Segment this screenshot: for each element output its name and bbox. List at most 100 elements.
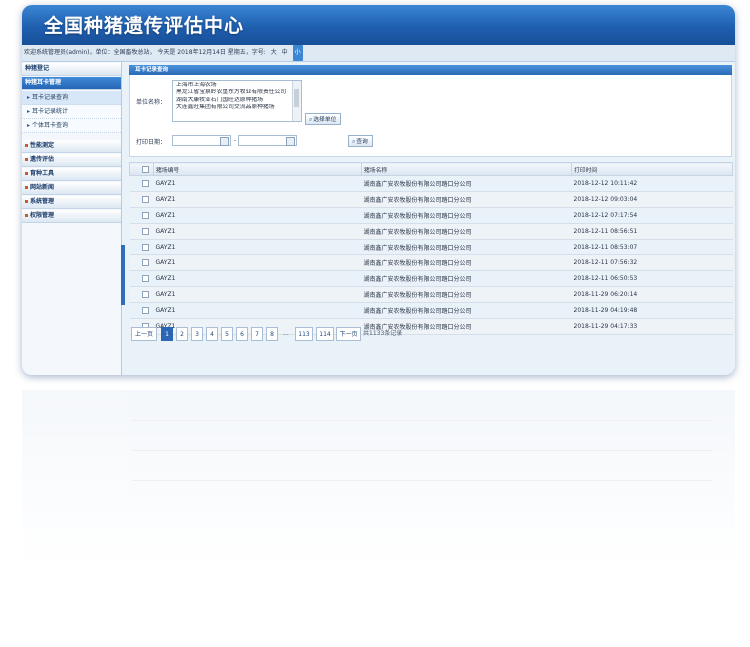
prev-page-button[interactable]: 上一页: [131, 327, 157, 341]
listbox-scrollbar[interactable]: [292, 81, 301, 121]
row-select-cell[interactable]: [129, 302, 154, 320]
row-checkbox[interactable]: [141, 243, 149, 251]
page-5[interactable]: 5: [221, 327, 233, 341]
sidebar-item-ear-card[interactable]: 种猪耳卡管理: [22, 77, 121, 90]
row-select-cell[interactable]: [129, 175, 154, 192]
menu-bullet-icon: [25, 214, 28, 217]
sidebar-item-label: 育种工具: [30, 170, 55, 177]
row-select-cell[interactable]: [129, 254, 154, 272]
row-checkbox[interactable]: [141, 227, 149, 235]
font-size-small[interactable]: 小: [292, 45, 303, 61]
select-unit-button[interactable]: ⌕选择单位: [305, 113, 342, 125]
page-4[interactable]: 4: [206, 327, 218, 341]
row-checkbox[interactable]: [141, 275, 149, 283]
date-to-input[interactable]: [238, 135, 297, 146]
table-row[interactable]: GAYZ1 湖南鑫广安农牧股份有限公司踏口分公司 2018-12-11 07:56:…: [129, 254, 733, 272]
sidebar-item-label: 种猪耳卡管理: [25, 79, 62, 86]
sidebar-item-label: 遗传评估: [30, 156, 55, 163]
total-records: 共1133条记录: [363, 330, 403, 337]
pager-ellipsis: ...: [283, 330, 289, 337]
row-checkbox[interactable]: [141, 307, 149, 315]
page-8[interactable]: 8: [266, 327, 278, 341]
col-farm-id[interactable]: 猪场编号: [153, 162, 362, 176]
select-all-cell[interactable]: [129, 162, 154, 176]
unit-option[interactable]: 上海市上海农场: [176, 82, 291, 89]
farm-name-cell: 湖南鑫广安农牧股份有限公司踏口分公司: [361, 175, 572, 192]
sidebar-item-permissions[interactable]: 权限管理: [22, 210, 121, 223]
farm-id-cell: GAYZ1: [153, 191, 362, 208]
row-select-cell[interactable]: [129, 223, 154, 240]
table-row[interactable]: GAYZ1 湖南鑫广安农牧股份有限公司踏口分公司 2018-12-12 10:11:…: [129, 175, 733, 192]
welcome-text: 欢迎系统管理员(admin)，单位：全国畜牧总站， 今天是 2018年12月14…: [24, 49, 266, 56]
farm-id-cell: GAYZ1: [153, 239, 362, 256]
sidebar-collapse-handle[interactable]: [121, 245, 125, 305]
subitem-label: 耳卡记录统计: [32, 108, 69, 115]
print-time-cell: 2018-12-12 09:03:04: [571, 191, 733, 208]
search-icon: ⌕: [352, 139, 356, 145]
page-6[interactable]: 6: [236, 327, 248, 341]
farm-id-cell: GAYZ1: [153, 286, 362, 304]
farm-name-cell: 湖南鑫广安农牧股份有限公司踏口分公司: [361, 270, 572, 288]
font-size-medium[interactable]: 中: [282, 45, 288, 61]
table-row[interactable]: GAYZ1 湖南鑫广安农牧股份有限公司踏口分公司 2018-12-11 08:53:…: [129, 239, 733, 256]
sidebar-item-system[interactable]: 系统管理: [22, 196, 121, 209]
print-time-cell: 2018-11-29 06:20:14: [571, 286, 733, 304]
subitem-ear-card-stats[interactable]: ▸ 耳卡记录统计: [22, 105, 121, 119]
row-checkbox[interactable]: [141, 291, 149, 299]
page-113[interactable]: 113: [295, 327, 313, 341]
sidebar-item-genetic-eval[interactable]: 遗传评估: [22, 154, 121, 167]
page-2[interactable]: 2: [176, 327, 188, 341]
table-row[interactable]: GAYZ1 湖南鑫广安农牧股份有限公司踏口分公司 2018-12-11 08:56:…: [129, 223, 733, 240]
unit-listbox[interactable]: 上海市上海农场 黑龙江省宝泉岭农垦东方牧业有限责任公司 湖南大康牧业石门国旺达原…: [172, 80, 302, 122]
next-page-button[interactable]: 下一页: [336, 327, 361, 341]
sidebar-item-performance[interactable]: 性能测定: [22, 140, 121, 153]
font-size-large[interactable]: 大: [271, 45, 277, 61]
page-114[interactable]: 114: [316, 327, 334, 341]
date-from-input[interactable]: [172, 135, 231, 146]
page-1[interactable]: 1: [161, 327, 173, 341]
page-7[interactable]: 7: [251, 327, 263, 341]
row-checkbox[interactable]: [141, 211, 149, 219]
unit-option[interactable]: 黑龙江省宝泉岭农垦东方牧业有限责任公司: [176, 89, 291, 96]
pagination: 上一页 1 2 3 4 5 6 7 8 ... 113 114 下一页 共113…: [129, 324, 732, 344]
row-select-cell[interactable]: [129, 286, 154, 304]
row-select-cell[interactable]: [129, 191, 154, 208]
row-select-cell[interactable]: [129, 207, 154, 224]
calendar-icon[interactable]: [220, 137, 229, 146]
sidebar-item-breeding-tools[interactable]: 育种工具: [22, 168, 121, 181]
arrow-right-icon: ▸: [27, 94, 31, 101]
records-table: 猪场编号 猪场名称 打印时间 GAYZ1 湖南鑫广安农牧股份有限公司踏口分公司 20…: [129, 162, 733, 335]
farm-name-cell: 湖南鑫广安农牧股份有限公司踏口分公司: [361, 191, 572, 208]
table-row[interactable]: GAYZ1 湖南鑫广安农牧股份有限公司踏口分公司 2018-11-29 04:19:…: [129, 302, 733, 320]
page-3[interactable]: 3: [191, 327, 203, 341]
query-button[interactable]: ⌕查询: [348, 135, 373, 147]
farm-id-cell: GAYZ1: [153, 175, 362, 192]
table-row[interactable]: GAYZ1 湖南鑫广安农牧股份有限公司踏口分公司 2018-12-11 06:50:…: [129, 270, 733, 288]
row-select-cell[interactable]: [129, 270, 154, 288]
subitem-ear-card-query[interactable]: ▸ 耳卡记录查询: [22, 91, 121, 105]
select-all-checkbox[interactable]: [142, 165, 149, 173]
row-checkbox[interactable]: [141, 259, 149, 267]
print-time-cell: 2018-12-11 08:53:07: [571, 239, 733, 256]
table-row[interactable]: GAYZ1 湖南鑫广安农牧股份有限公司踏口分公司 2018-12-12 07:17:…: [129, 207, 733, 224]
calendar-icon[interactable]: [286, 137, 295, 146]
col-print-time[interactable]: 打印时间: [571, 162, 733, 176]
query-label: 查询: [356, 139, 368, 145]
table-row[interactable]: GAYZ1 湖南鑫广安农牧股份有限公司踏口分公司 2018-12-12 09:03:…: [129, 191, 733, 208]
sidebar-item-pig-register[interactable]: 种猪登记: [22, 63, 121, 76]
scrollbar-thumb[interactable]: [294, 89, 299, 107]
sidebar-item-news[interactable]: 网站新闻: [22, 182, 121, 195]
arrow-right-icon: ▸: [27, 122, 31, 129]
unit-option[interactable]: 湖南大康牧业石门国旺达原种猪场: [176, 97, 291, 104]
row-checkbox[interactable]: [141, 179, 149, 187]
unit-option[interactable]: 大连鑫旺集团有限公司交流品原种猪场: [176, 104, 291, 111]
print-time-cell: 2018-12-11 07:56:32: [571, 254, 733, 272]
subitem-individual-query[interactable]: ▸ 个体耳卡查询: [22, 119, 121, 133]
farm-name-cell: 湖南鑫广安农牧股份有限公司踏口分公司: [361, 286, 572, 304]
user-info-bar: 欢迎系统管理员(admin)，单位：全国畜牧总站， 今天是 2018年12月14…: [22, 45, 735, 62]
table-row[interactable]: GAYZ1 湖南鑫广安农牧股份有限公司踏口分公司 2018-11-29 06:20:…: [129, 286, 733, 304]
row-checkbox[interactable]: [141, 195, 149, 203]
col-farm-name[interactable]: 猪场名称: [361, 162, 572, 176]
row-select-cell[interactable]: [129, 239, 154, 256]
table-body: GAYZ1 湖南鑫广安农牧股份有限公司踏口分公司 2018-12-12 10:11:…: [129, 175, 733, 335]
